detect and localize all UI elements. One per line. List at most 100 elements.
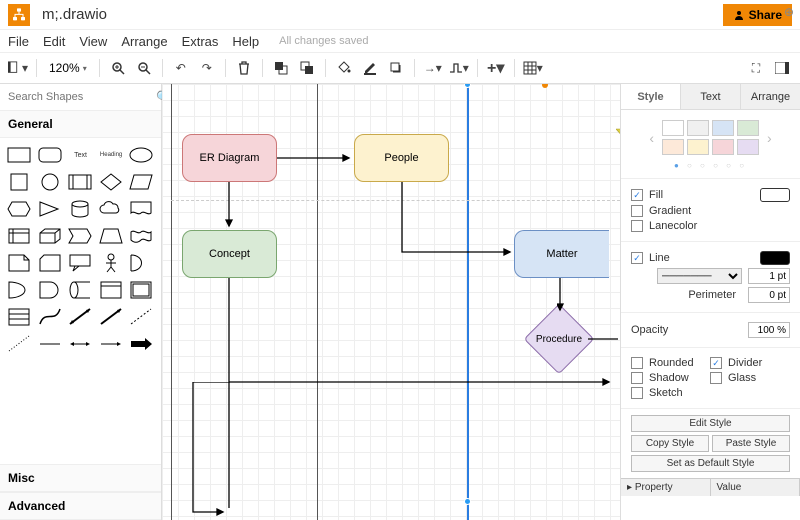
menu-file[interactable]: File [8,34,29,49]
shadow-icon[interactable] [386,58,406,78]
line-checkbox[interactable] [631,252,643,264]
shape-curve[interactable] [37,306,63,328]
swatch[interactable] [662,139,684,155]
delete-icon[interactable] [234,58,254,78]
shape-dashed[interactable] [128,306,154,328]
undo-icon[interactable]: ↶ [171,58,191,78]
zoom-out-icon[interactable] [134,58,154,78]
edit-style-button[interactable]: Edit Style [631,415,790,432]
swatch[interactable] [687,139,709,155]
to-back-icon[interactable] [297,58,317,78]
shape-ellipse[interactable] [128,144,154,166]
swatch[interactable] [662,120,684,136]
shape-line[interactable] [37,333,63,355]
connection-icon[interactable]: →▾ [423,58,443,78]
copy-style-button[interactable]: Copy Style [631,435,709,452]
opacity-input[interactable] [748,322,790,338]
waypoint-icon[interactable]: ▾ [449,58,469,78]
zoom-in-icon[interactable] [108,58,128,78]
shape-tape[interactable] [128,225,154,247]
shape-cloud[interactable] [98,198,124,220]
canvas[interactable]: ER Diagram People Concept Matter Procedu… [162,84,620,520]
line-style-select[interactable]: ─────── [657,268,742,284]
edge[interactable] [277,154,357,164]
section-misc[interactable]: Misc [0,464,161,492]
shape-circle[interactable] [37,171,63,193]
edge[interactable] [222,278,620,518]
shape-heading[interactable]: Heading [98,144,125,166]
menu-arrange[interactable]: Arrange [121,34,167,49]
shape-dotted[interactable] [6,333,32,355]
shape-intstorage[interactable] [6,225,32,247]
shape-or[interactable] [128,252,154,274]
swatch-next-icon[interactable]: › [763,130,776,146]
shape-and[interactable] [37,279,63,301]
swatch[interactable] [712,120,734,136]
shape-note[interactable] [6,252,32,274]
shape-hexagon[interactable] [6,198,32,220]
shape-square[interactable] [6,171,32,193]
shape-thick-arrow[interactable] [128,333,154,355]
perimeter-input[interactable] [748,287,790,303]
shape-text[interactable]: Text [67,144,94,166]
rounded-checkbox[interactable] [631,357,643,369]
shape-rect[interactable] [6,144,32,166]
to-front-icon[interactable] [271,58,291,78]
lanecolor-checkbox[interactable] [631,220,643,232]
swatch[interactable] [712,139,734,155]
shape-step[interactable] [67,225,93,247]
add-icon[interactable]: +▾ [486,58,506,78]
menu-help[interactable]: Help [232,34,259,49]
glass-checkbox[interactable] [710,372,722,384]
shape-actor[interactable] [98,252,124,274]
shape-parallelogram[interactable] [128,171,154,193]
shadow-checkbox[interactable] [631,372,643,384]
tab-arrange[interactable]: Arrange [741,84,800,109]
shape-datastore[interactable] [67,279,93,301]
zoom-level[interactable]: 120% [45,59,91,77]
gradient-checkbox[interactable] [631,205,643,217]
fill-color-chip[interactable] [760,188,790,202]
section-advanced[interactable]: Advanced [0,492,161,520]
swatch[interactable] [737,120,759,136]
shape-line-bidir[interactable] [67,333,93,355]
swatch-prev-icon[interactable]: ‹ [645,130,658,146]
shape-document[interactable] [128,198,154,220]
shape-list[interactable] [6,306,32,328]
shape-cube[interactable] [37,225,63,247]
edge[interactable] [399,182,519,262]
swatch[interactable] [687,120,709,136]
node-people[interactable]: People [354,134,449,182]
globe-icon[interactable]: ⊕ [784,5,794,19]
swatch[interactable] [737,139,759,155]
tab-style[interactable]: Style [621,84,681,109]
property-table-header[interactable]: ▸ Property Value [621,478,800,496]
line-width-input[interactable] [748,268,790,284]
set-default-style-button[interactable]: Set as Default Style [631,455,790,472]
shape-frame[interactable] [128,279,154,301]
divider-checkbox[interactable] [710,357,722,369]
menu-extras[interactable]: Extras [182,34,219,49]
shape-card[interactable] [37,252,63,274]
shape-rounded[interactable] [37,144,63,166]
paste-style-button[interactable]: Paste Style [712,435,790,452]
shape-trapezoid[interactable] [98,225,124,247]
tab-text[interactable]: Text [681,84,741,109]
node-matter[interactable]: Matter [514,230,609,278]
shape-arrow[interactable] [98,306,124,328]
menu-edit[interactable]: Edit [43,34,65,49]
edge[interactable] [222,182,236,234]
shape-callout[interactable] [67,252,93,274]
fill-color-icon[interactable] [334,58,354,78]
shape-triangle[interactable] [37,198,63,220]
fullscreen-icon[interactable]: ⛶ [746,58,766,78]
shape-bidir-arrow[interactable] [67,306,93,328]
share-button[interactable]: Share [723,4,792,26]
format-panel-icon[interactable] [772,58,792,78]
shape-process[interactable] [67,171,93,193]
shape-line-arrow[interactable] [98,333,124,355]
line-color-chip[interactable] [760,251,790,265]
shape-halfcircle[interactable] [6,279,32,301]
fill-checkbox[interactable] [631,189,643,201]
document-title[interactable]: m;.drawio [42,6,723,23]
